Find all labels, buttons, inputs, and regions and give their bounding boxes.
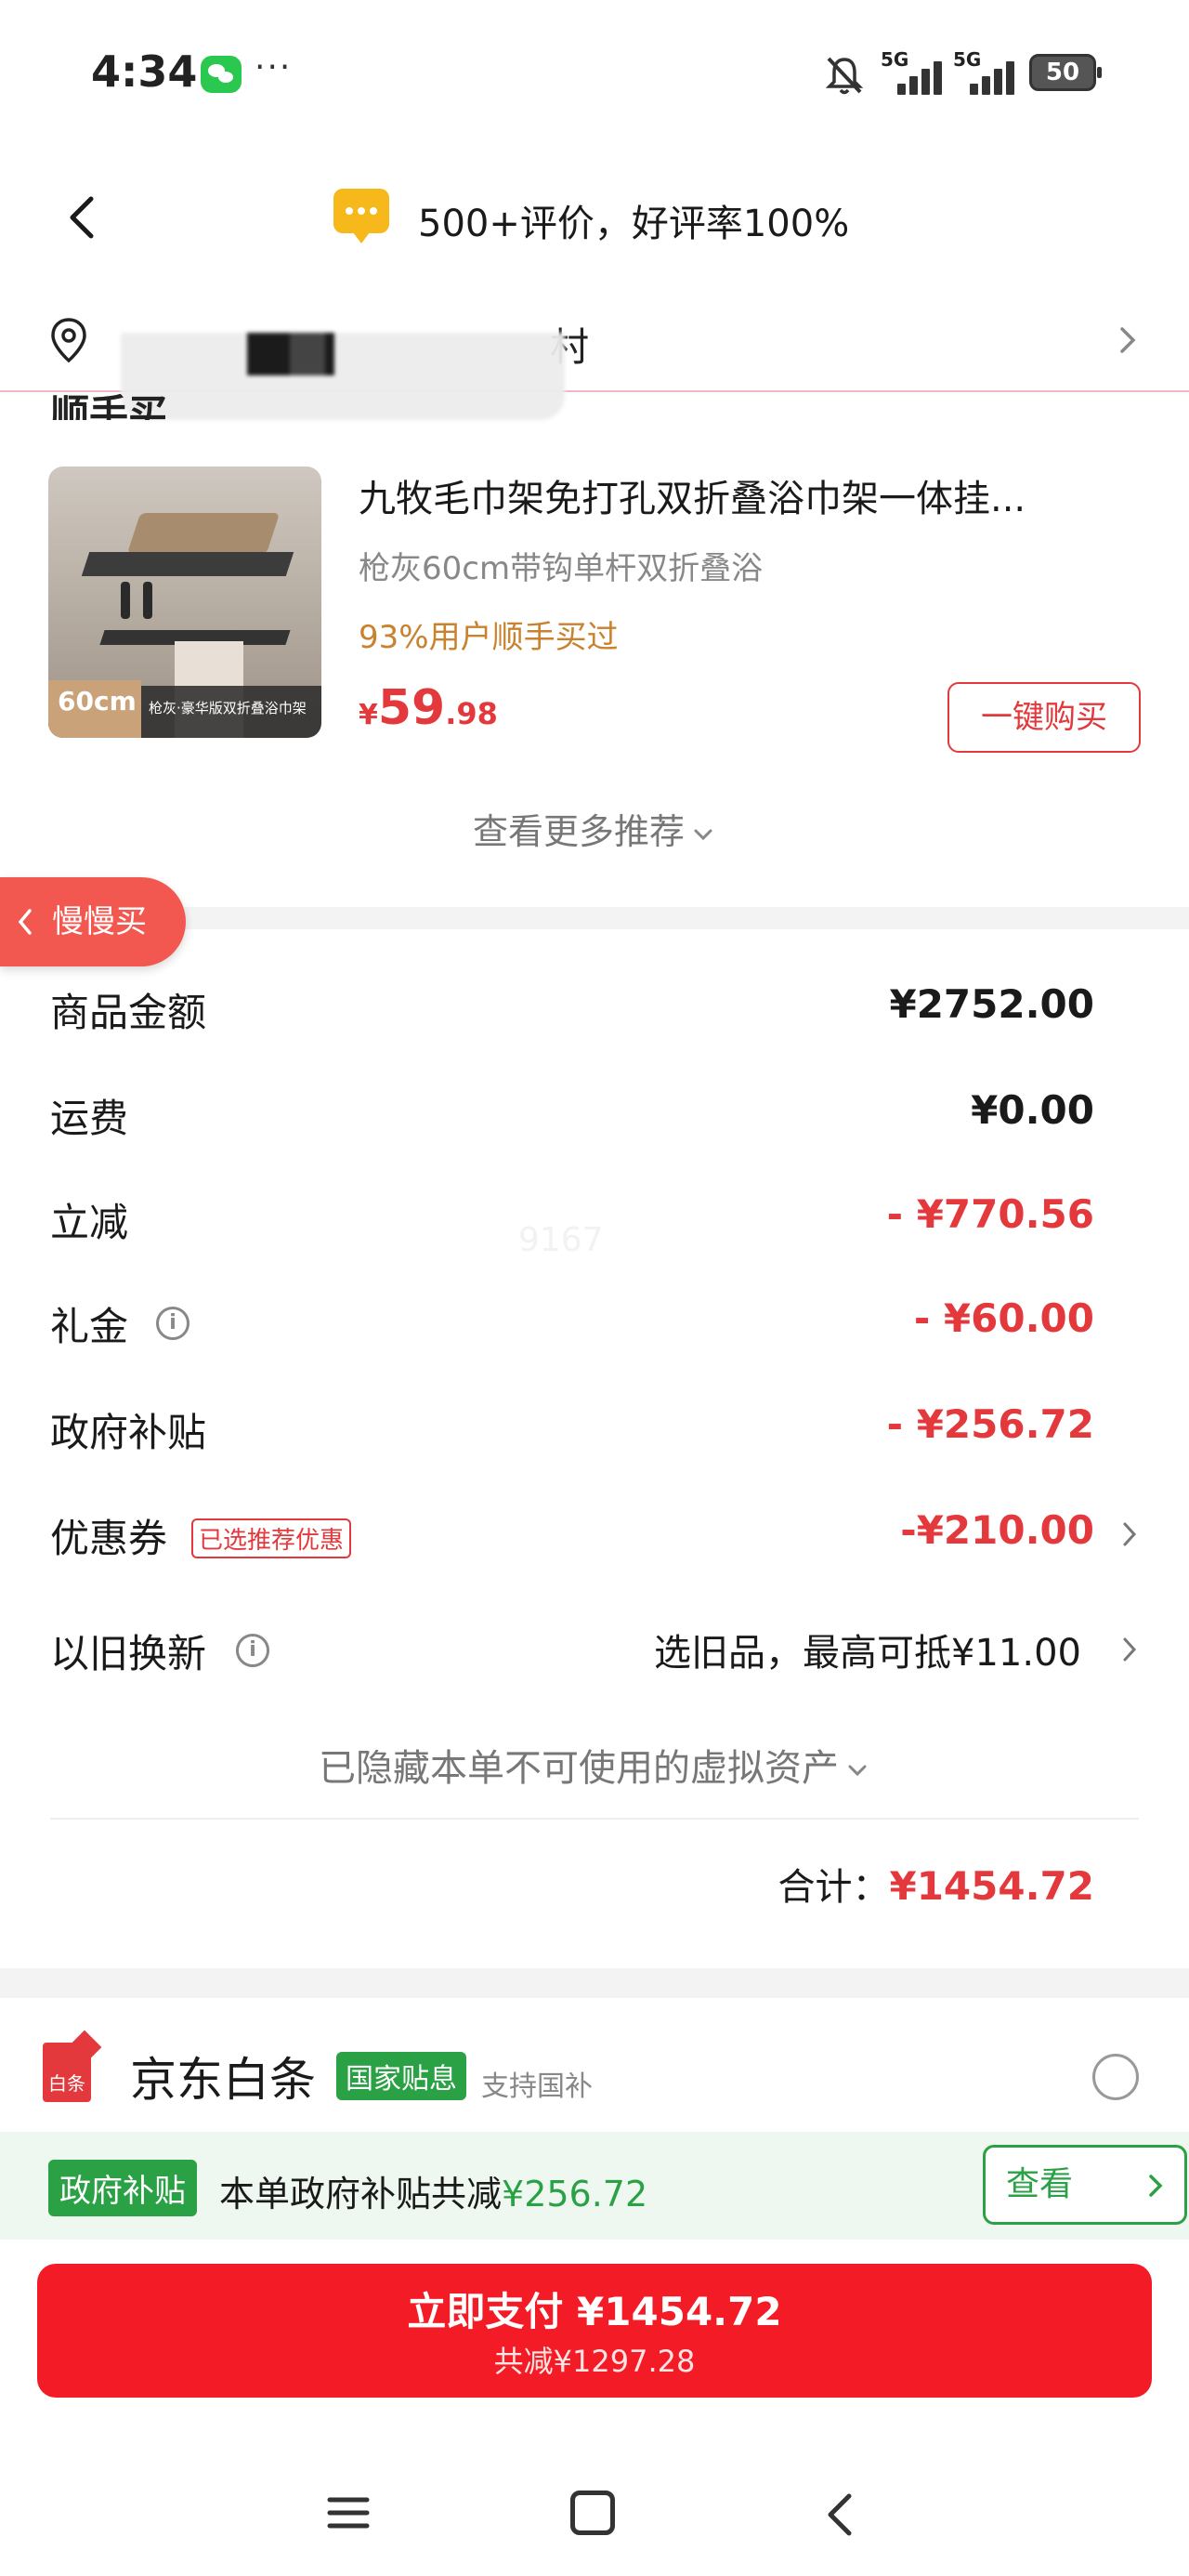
address-row[interactable]: 村 (0, 299, 1189, 420)
location-icon (51, 318, 86, 363)
subsidy-text: 本单政府补贴共减¥256.72 (219, 2165, 647, 2216)
recommended-product-card[interactable]: 60cm 枪灰·豪华版双折叠浴巾架 九牧毛巾架免打孔双折叠浴巾架一体挂... 枪… (0, 459, 1189, 756)
home-icon[interactable] (570, 2491, 615, 2535)
coupon-badge: 已选推荐优惠 (191, 1518, 352, 1558)
info-icon[interactable]: i (236, 1634, 269, 1667)
product-name[interactable]: 九牧毛巾架免打孔双折叠浴巾架一体挂... (359, 468, 1120, 522)
summary-row-shipping: 运费 ¥0.00 (0, 1076, 1189, 1150)
gov-subsidy-label: 政府补贴 (50, 1410, 207, 1455)
chevron-left-icon (18, 909, 32, 935)
recommendation-section-label: 顺手买 (50, 391, 168, 420)
product-buyers: 93%用户顺手买过 (359, 619, 619, 656)
payment-method-baitiao[interactable]: 白条 京东白条 国家贴息 支持国补 (0, 2026, 1189, 2128)
subsidy-text-label: 本单政府补贴共减 (219, 2174, 503, 2215)
subsidy-amount: ¥256.72 (502, 2174, 648, 2215)
price-integer: 59 (377, 680, 446, 736)
trade-in-label: 以旧换新 (50, 1631, 207, 1676)
menu-icon[interactable] (327, 2494, 370, 2531)
status-bar: 4:34 ··· 5G 5G 50 (0, 0, 1189, 149)
chevron-right-icon (1120, 327, 1136, 353)
price-decimal: .98 (445, 696, 498, 731)
status-time: 4:34 (91, 46, 198, 97)
message-icon (333, 189, 389, 243)
subsidy-tag: 政府补贴 (48, 2160, 197, 2216)
total-value: ¥1454.72 (889, 1863, 1094, 1909)
view-subsidy-button[interactable]: 查看 (983, 2145, 1187, 2225)
info-icon[interactable]: i (156, 1307, 189, 1340)
product-spec: 枪灰60cm带钩单杆双折叠浴 (359, 550, 764, 587)
hidden-assets-label: 已隐藏本单不可使用的虚拟资产 (319, 1747, 839, 1790)
divider-line (50, 1818, 1139, 1820)
product-image-caption: 枪灰·豪华版双折叠浴巾架 (149, 700, 307, 716)
chevron-right-icon (1149, 2175, 1163, 2197)
battery-level: 50 (1045, 59, 1080, 86)
order-total: 合计：¥1454.72 (777, 1857, 1094, 1911)
coupon-value: -¥210.00 (900, 1507, 1094, 1553)
wechat-icon (201, 56, 242, 93)
summary-row-gov-subsidy: 政府补贴 - ¥256.72 (0, 1390, 1189, 1465)
summary-row-gift-money: 礼金 i - ¥60.00 (0, 1284, 1189, 1359)
network-type-2: 5G (953, 48, 982, 71)
product-image[interactable]: 60cm 枪灰·豪华版双折叠浴巾架 (48, 467, 321, 738)
signal-icon: 5G (881, 48, 953, 95)
slow-buy-tab[interactable]: 慢慢买 (0, 877, 186, 966)
back-icon[interactable] (59, 190, 108, 245)
goods-amount-value: ¥2752.00 (889, 981, 1094, 1027)
baitiao-icon-text: 白条 (48, 2072, 85, 2095)
goods-amount-label: 商品金额 (50, 990, 207, 1035)
coupon-label: 优惠券 (50, 1516, 168, 1561)
hidden-assets-toggle[interactable]: 已隐藏本单不可使用的虚拟资产 (0, 1738, 1189, 1792)
payment-method-name: 京东白条 (130, 2053, 316, 2107)
page-title: 500+评价，好评率100% (418, 203, 850, 245)
gov-subsidy-bar: 政府补贴 本单政府补贴共减¥256.72 查看 (0, 2132, 1189, 2240)
chevron-down-icon (848, 1765, 867, 1777)
status-more-icon: ··· (255, 48, 293, 86)
baitiao-icon: 白条 (43, 2043, 91, 2102)
shipping-value: ¥0.00 (971, 1087, 1094, 1133)
see-more-label: 查看更多推荐 (472, 811, 685, 852)
pay-now-button[interactable]: 立即支付 ¥1454.72 共减¥1297.28 (37, 2264, 1152, 2398)
summary-row-goods: 商品金额 ¥2752.00 (0, 970, 1189, 1045)
pay-now-label: 立即支付 ¥1454.72 (407, 2289, 782, 2334)
product-size-badge: 60cm (48, 680, 141, 738)
total-label: 合计： (777, 1866, 890, 1909)
product-price: ¥59.98 (359, 680, 498, 736)
trade-in-value: 选旧品，最高可抵¥11.00 (654, 1632, 1081, 1675)
gift-money-value: - ¥60.00 (913, 1295, 1094, 1341)
gov-interest-badge: 国家贴息 (336, 2052, 466, 2100)
slow-buy-label: 慢慢买 (52, 903, 147, 940)
support-text: 支持国补 (481, 2070, 593, 2103)
redacted-address (121, 333, 565, 420)
see-more-recommendations[interactable]: 查看更多推荐 (0, 803, 1189, 854)
instant-discount-label: 立减 (50, 1200, 129, 1245)
instant-discount-value: - ¥770.56 (886, 1191, 1094, 1237)
chevron-right-icon (1123, 1522, 1137, 1546)
header: 500+评价，好评率100% (0, 167, 1189, 269)
shipping-label: 运费 (50, 1096, 129, 1141)
section-divider (0, 1968, 1189, 1998)
gift-money-label: 礼金 (50, 1304, 129, 1349)
system-nav-bar (0, 2453, 1189, 2576)
chevron-down-icon (694, 829, 712, 840)
one-click-buy-button[interactable]: 一键购买 (947, 682, 1141, 753)
payment-radio[interactable] (1092, 2054, 1139, 2100)
summary-row-trade-in[interactable]: 以旧换新 i 选旧品，最高可抵¥11.00 (0, 1611, 1189, 1686)
watermark: 9167 (518, 1221, 604, 1259)
nav-back-icon[interactable] (821, 2491, 858, 2539)
summary-row-coupon[interactable]: 优惠券 已选推荐优惠 -¥210.00 (0, 1496, 1189, 1571)
pay-savings-label: 共减¥1297.28 (493, 2344, 696, 2379)
network-type: 5G (881, 48, 909, 71)
price-currency: ¥ (359, 699, 378, 731)
mute-icon (825, 57, 864, 95)
gov-subsidy-value: - ¥256.72 (886, 1401, 1094, 1447)
battery-icon: 50 (1029, 54, 1102, 91)
signal-icon-2: 5G (953, 48, 1026, 95)
view-button-label: 查看 (1006, 2165, 1074, 2203)
chevron-right-icon (1123, 1637, 1137, 1662)
